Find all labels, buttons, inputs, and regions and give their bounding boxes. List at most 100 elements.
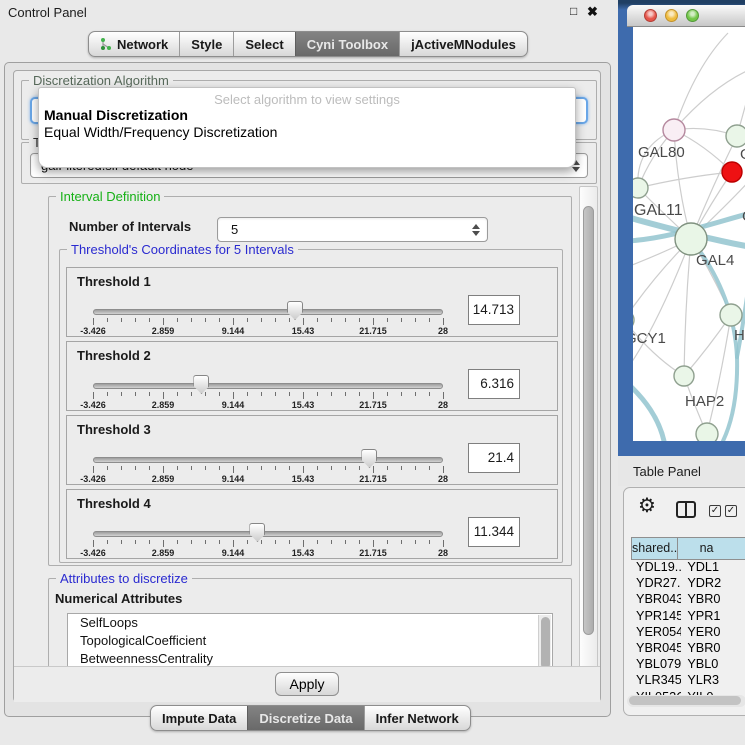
node-label: GAL80 [638, 144, 685, 161]
threshold-1-slider-track[interactable] [93, 309, 443, 315]
network-node[interactable] [663, 119, 685, 141]
tab-impute-data[interactable]: Impute Data [151, 706, 247, 730]
tab-label: Cyni Toolbox [307, 37, 388, 52]
checkbox-icon[interactable]: ✓ [725, 505, 737, 517]
network-edge [633, 239, 691, 369]
node-label: GAL11 [634, 202, 683, 219]
network-window-titlebar [627, 5, 745, 27]
numerical-attributes-list[interactable]: SelfLoopsTopologicalCoefficientBetweenne… [67, 613, 553, 671]
split-columns-icon[interactable] [676, 501, 696, 518]
table-row[interactable]: YDL19...YDL1 [631, 560, 745, 576]
tab-jactivemnodules[interactable]: jActiveMNodules [399, 32, 527, 56]
table-cell: YLR3 [681, 673, 745, 689]
algorithm-option-manual-discretization[interactable]: Manual Discretization [44, 107, 188, 123]
close-window-icon[interactable]: ✖ [587, 4, 598, 20]
threshold-2-slider-track[interactable] [93, 383, 443, 389]
zoom-light[interactable] [686, 9, 699, 22]
tab-network[interactable]: Network [89, 32, 179, 56]
top-tabs: Network Style Select Cyni Toolbox jActiveMNo… [88, 31, 528, 57]
network-node[interactable] [633, 310, 634, 330]
checkbox-icon[interactable]: ✓ [709, 505, 721, 517]
table-cell: YBR0 [681, 592, 745, 608]
threshold-2-value-field[interactable]: 6.316 [468, 369, 520, 399]
algorithm-dropdown-popup: Select algorithm to view settings Manual… [38, 87, 576, 168]
table-panel-title: Table Panel [633, 464, 701, 479]
node-table[interactable]: shared...na YDL19...YDL1YDR27...YDR2YBR0… [631, 537, 745, 695]
slider-tick-labels: -3.4262.8599.14415.4321.71528 [93, 474, 443, 484]
table-row[interactable]: YPR145WYPR1 [631, 609, 745, 625]
threshold-1-box: Threshold 1-3.4262.8599.14415.4321.71528… [66, 267, 558, 337]
gear-icon[interactable]: ⚙ [638, 496, 656, 516]
node-label: H [734, 327, 745, 344]
network-node[interactable] [696, 423, 718, 441]
table-cell: YBR045C [631, 641, 681, 657]
algorithm-option-equal-width-frequency-discretization[interactable]: Equal Width/Frequency Discretization [44, 124, 277, 140]
table-panel-titlebar: Table Panel [618, 456, 745, 486]
network-canvas[interactable]: GAL80GACGAL11GAL4GCY1HHAP2 [633, 27, 745, 441]
threshold-1-value-field[interactable]: 14.713 [468, 295, 520, 325]
threshold-4-slider-track[interactable] [93, 531, 443, 537]
network-edge-thick [691, 239, 737, 441]
table-cell: YBL0 [681, 657, 745, 673]
apply-button[interactable]: Apply [275, 672, 339, 696]
attribute-item-topologicalcoefficient[interactable]: TopologicalCoefficient [68, 632, 552, 650]
tab-cyni-toolbox[interactable]: Cyni Toolbox [295, 32, 399, 56]
number-of-intervals-combobox[interactable]: 5 [217, 217, 488, 242]
table-row[interactable]: YLR345WYLR3 [631, 673, 745, 689]
thresholds-group: Threshold's Coordinates for 5 Intervals … [59, 249, 563, 563]
table-cell: YPR1 [681, 609, 745, 625]
tab-discretize-data[interactable]: Discretize Data [247, 706, 363, 730]
network-node[interactable] [674, 366, 694, 386]
attribute-item-selfloops[interactable]: SelfLoops [68, 614, 552, 632]
close-light[interactable] [644, 9, 657, 22]
table-row[interactable]: YBL079WYBL0 [631, 657, 745, 673]
column-header-na[interactable]: na [678, 537, 745, 560]
network-node[interactable] [633, 178, 648, 198]
network-node[interactable] [720, 304, 742, 326]
table-cell: YPR145W [631, 609, 681, 625]
minimize-light[interactable] [665, 9, 678, 22]
column-header-shared[interactable]: shared... [631, 537, 678, 560]
network-node[interactable] [675, 223, 707, 255]
table-cell: YBR043C [631, 592, 681, 608]
numerical-attributes-label: Numerical Attributes [55, 591, 182, 606]
table-row[interactable]: YBR045CYBR0 [631, 641, 745, 657]
network-edge [674, 33, 728, 130]
panel-vertical-scrollbar[interactable] [579, 186, 598, 696]
slider-tick-labels: -3.4262.8599.14415.4321.71528 [93, 326, 443, 336]
node-label: GA [740, 146, 745, 163]
scrollbar-thumb[interactable] [583, 206, 594, 635]
threshold-3-slider-track[interactable] [93, 457, 443, 463]
network-node[interactable] [722, 162, 742, 182]
number-of-intervals-value: 5 [218, 222, 471, 237]
tab-label: Style [191, 37, 222, 52]
scrollbar-thumb[interactable] [541, 617, 550, 669]
threshold-3-value-field[interactable]: 21.4 [468, 443, 520, 473]
table-cell: YBL079W [631, 657, 681, 673]
tab-label: Infer Network [376, 711, 459, 726]
tab-style[interactable]: Style [179, 32, 233, 56]
float-window-icon[interactable]: □ [570, 4, 577, 18]
threshold-label: Threshold 3 [77, 422, 151, 437]
slider-ticks [93, 466, 443, 474]
table-row[interactable]: YDR27...YDR2 [631, 576, 745, 592]
tab-label: Network [117, 37, 168, 52]
tab-infer-network[interactable]: Infer Network [364, 706, 470, 730]
tab-label: Impute Data [162, 711, 236, 726]
scrollbar-thumb[interactable] [629, 696, 741, 705]
network-edge [638, 172, 732, 188]
table-row[interactable]: YBR043CYBR0 [631, 592, 745, 608]
slider-tick-labels: -3.4262.8599.14415.4321.71528 [93, 400, 443, 410]
attributes-group: Attributes to discretize Numerical Attri… [48, 578, 572, 674]
threshold-4-value-field[interactable]: 11.344 [468, 517, 520, 547]
table-row[interactable]: YER054CYER0 [631, 625, 745, 641]
threshold-label: Threshold 2 [77, 348, 151, 363]
tab-select[interactable]: Select [233, 32, 294, 56]
attributes-group-label: Attributes to discretize [56, 571, 192, 586]
network-node[interactable] [726, 125, 745, 147]
node-label: GAL4 [696, 252, 734, 269]
list-vertical-scrollbar[interactable] [538, 615, 551, 669]
interval-definition-label: Interval Definition [56, 189, 164, 204]
table-horizontal-scrollbar[interactable] [627, 695, 745, 707]
panel-footer: Apply [14, 666, 600, 702]
